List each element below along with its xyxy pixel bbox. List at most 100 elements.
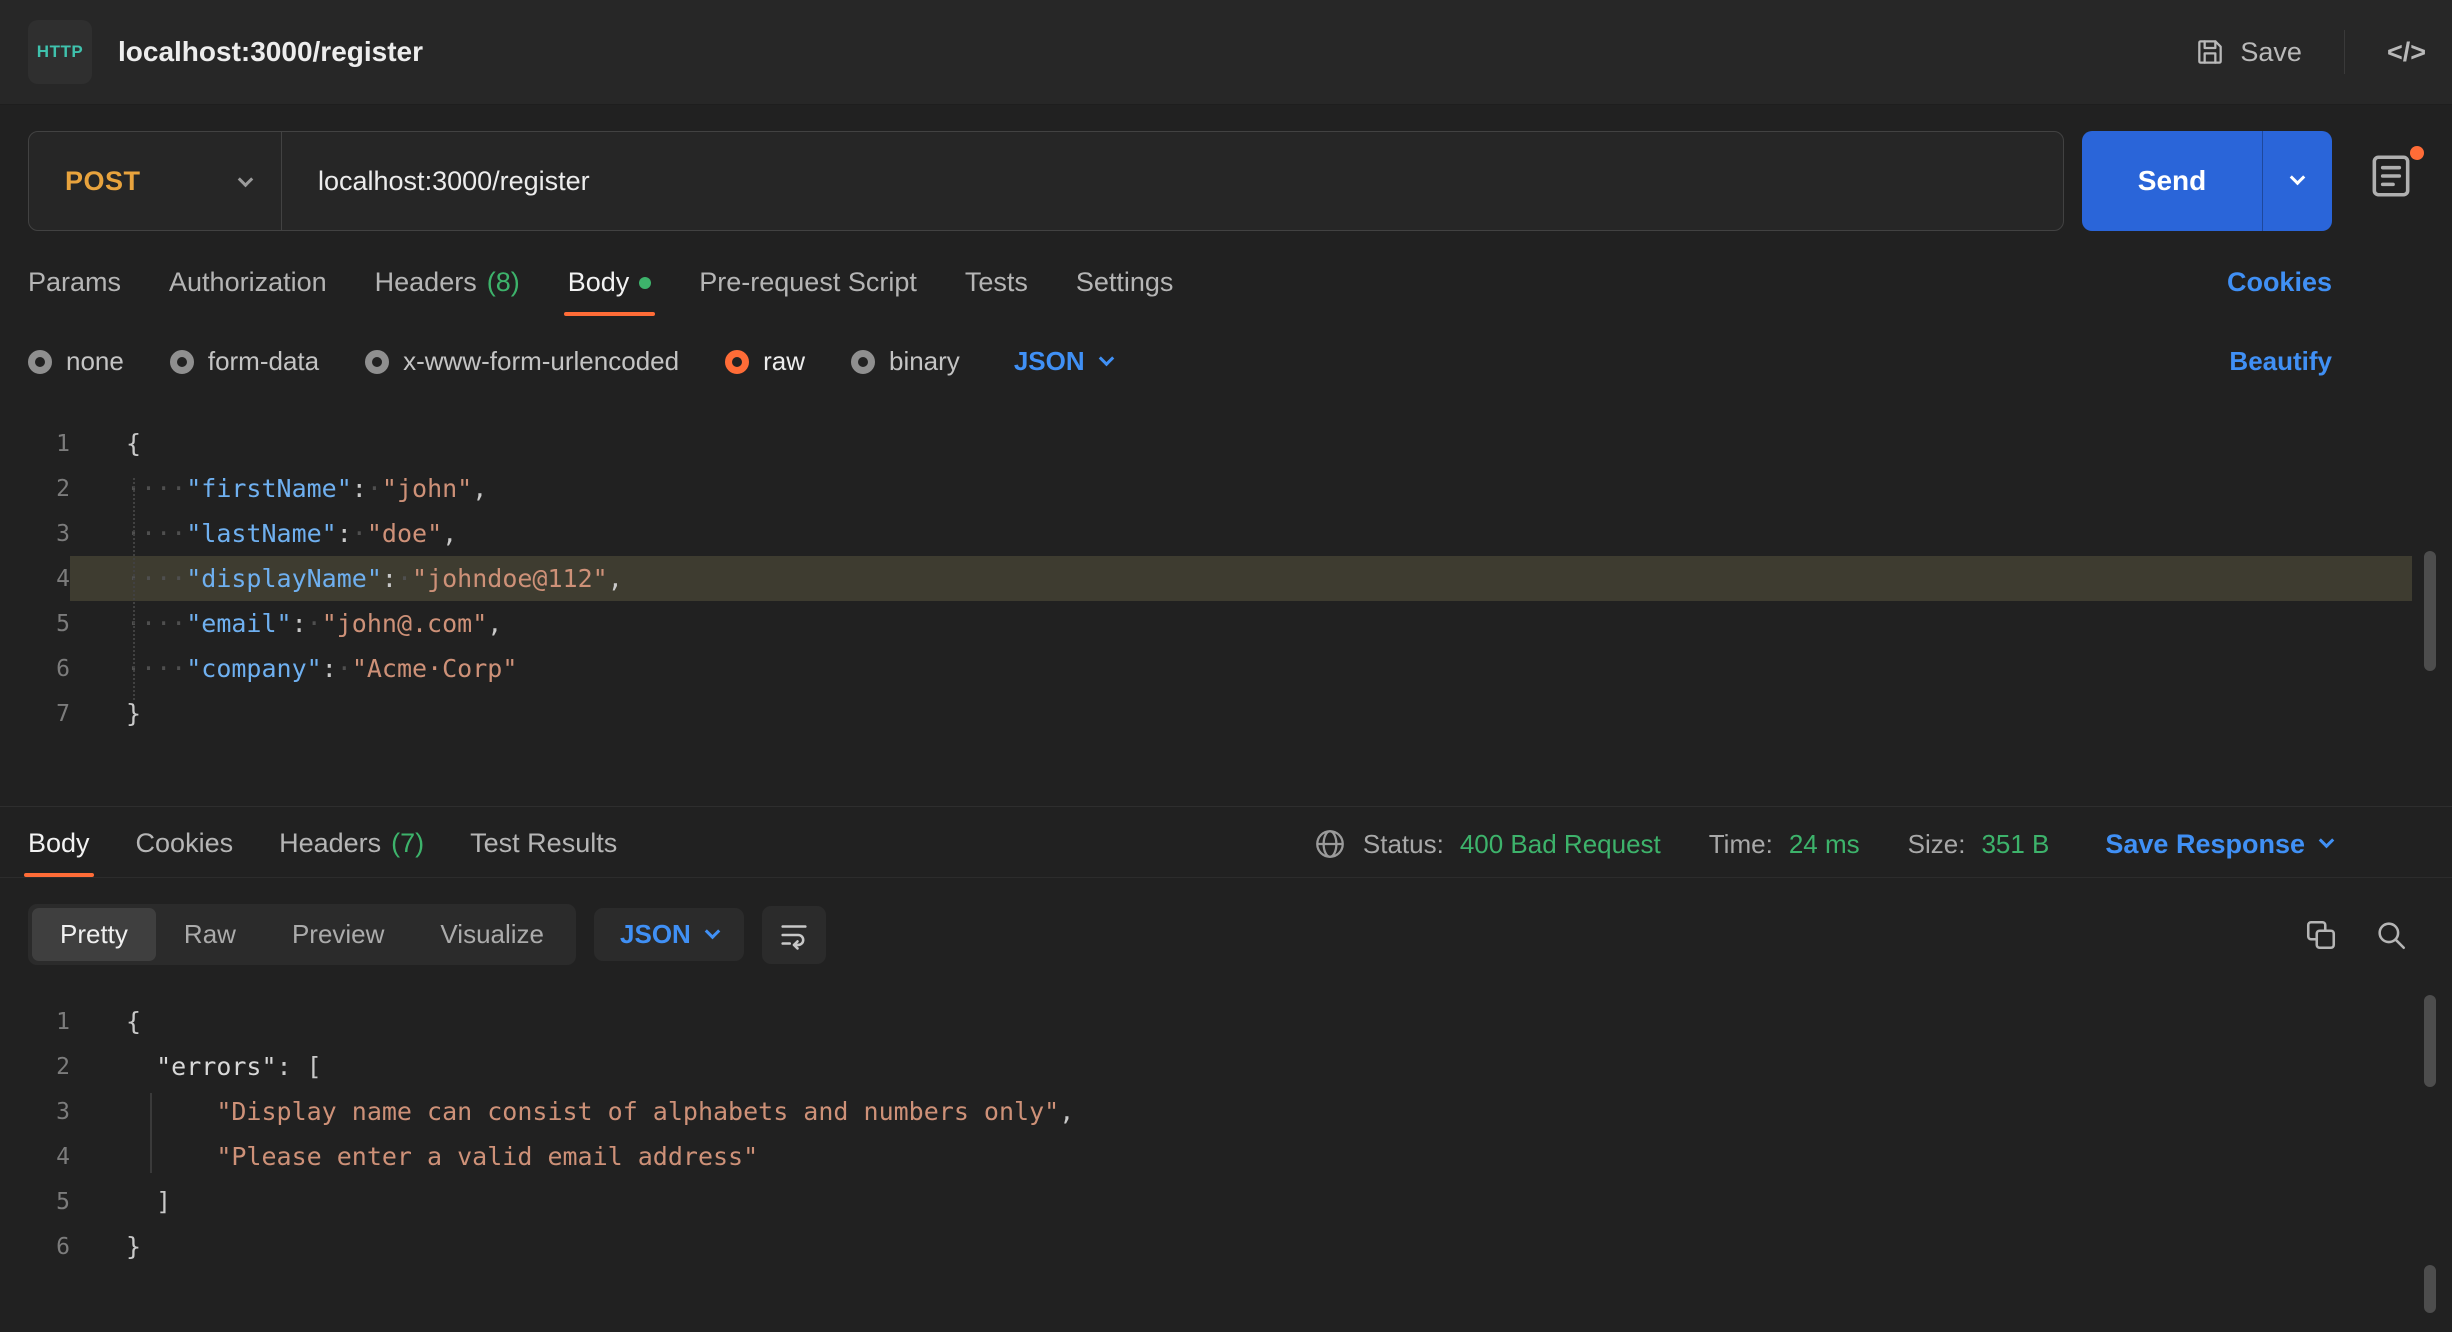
header-actions: Save </> xyxy=(2194,30,2426,74)
language-label: JSON xyxy=(620,919,691,950)
language-label: JSON xyxy=(1014,346,1085,377)
save-button[interactable]: Save xyxy=(2194,36,2302,68)
code-token: ···· xyxy=(126,654,186,683)
line-number: 2 xyxy=(0,476,70,502)
code-token: "john" xyxy=(382,474,472,503)
documentation-icon[interactable] xyxy=(2366,150,2418,202)
tab-label: Cookies xyxy=(136,828,234,859)
code-token: [ xyxy=(307,1052,322,1081)
code-token: : xyxy=(337,519,352,548)
tab-pre-request-script[interactable]: Pre-request Script xyxy=(699,267,917,316)
view-visualize[interactable]: Visualize xyxy=(412,908,572,961)
tab-label: Params xyxy=(28,267,121,298)
code-token: , xyxy=(487,609,502,638)
line-number: 3 xyxy=(0,521,70,547)
code-text: ····"firstName":·"john", xyxy=(70,466,2412,511)
scrollbar-thumb[interactable] xyxy=(2424,995,2436,1087)
code-token: "lastName" xyxy=(186,519,337,548)
code-token: "Display name can consist of alphabets a… xyxy=(216,1097,1059,1126)
http-method-badge: HTTP xyxy=(28,20,92,84)
request-body-editor[interactable]: 1{2····"firstName":·"john",3····"lastNam… xyxy=(0,409,2452,764)
code-token: : xyxy=(352,474,367,503)
response-tab-body[interactable]: Body xyxy=(28,828,90,877)
code-text: } xyxy=(70,1224,2412,1269)
view-raw[interactable]: Raw xyxy=(156,908,264,961)
code-token: "firstName" xyxy=(186,474,352,503)
response-language-dropdown[interactable]: JSON xyxy=(594,908,744,961)
beautify-link[interactable]: Beautify xyxy=(2229,346,2332,377)
notification-dot xyxy=(2410,146,2424,160)
method-label: POST xyxy=(65,166,141,197)
code-text: { xyxy=(70,999,2412,1044)
bodytype-raw[interactable]: raw xyxy=(725,346,805,377)
tab-tests[interactable]: Tests xyxy=(965,267,1028,316)
bodytype-binary[interactable]: binary xyxy=(851,346,960,377)
line-number: 4 xyxy=(0,566,70,592)
tab-authorization[interactable]: Authorization xyxy=(169,267,327,316)
code-token: · xyxy=(367,474,382,503)
response-tab-cookies[interactable]: Cookies xyxy=(136,828,234,877)
code-text: "Please enter a valid email address" xyxy=(70,1134,2412,1179)
method-dropdown[interactable]: POST xyxy=(29,166,281,197)
code-token: : xyxy=(322,654,337,683)
scrollbar-thumb[interactable] xyxy=(2424,551,2436,671)
send-button[interactable]: Send xyxy=(2082,131,2332,231)
response-section: Body Cookies Headers(7) Test Results Sta… xyxy=(0,806,2452,1327)
response-body-editor[interactable]: 1{2 "errors": [3 "Display name can consi… xyxy=(0,987,2452,1327)
save-button-label: Save xyxy=(2240,37,2302,68)
bodytype-none[interactable]: none xyxy=(28,346,124,377)
header-divider xyxy=(2344,30,2345,74)
code-token: , xyxy=(1059,1097,1074,1126)
code-line: 2 "errors": [ xyxy=(0,1044,2452,1089)
line-number: 6 xyxy=(0,656,70,682)
code-snippet-icon[interactable]: </> xyxy=(2387,37,2426,68)
tab-headers[interactable]: Headers(8) xyxy=(375,267,520,316)
response-header: Body Cookies Headers(7) Test Results Sta… xyxy=(0,807,2452,878)
status-value: 400 Bad Request xyxy=(1460,829,1661,860)
url-input[interactable]: localhost:3000/register xyxy=(282,166,2063,197)
view-preview[interactable]: Preview xyxy=(264,908,412,961)
cookies-link[interactable]: Cookies xyxy=(2227,267,2332,316)
code-token: "company" xyxy=(186,654,321,683)
response-tab-test-results[interactable]: Test Results xyxy=(470,828,617,877)
app-root: HTTP localhost:3000/register Save </> xyxy=(0,0,2452,1332)
code-token xyxy=(126,1187,156,1216)
code-token: · xyxy=(337,654,352,683)
search-icon[interactable] xyxy=(2374,918,2408,952)
save-response-label: Save Response xyxy=(2105,829,2305,860)
request-tabs: Params Authorization Headers(8) Body Pre… xyxy=(28,267,2332,316)
code-token: } xyxy=(126,699,141,728)
copy-icon[interactable] xyxy=(2304,918,2338,952)
line-number: 2 xyxy=(0,1054,70,1080)
code-token: : xyxy=(277,1052,292,1081)
line-number: 7 xyxy=(0,701,70,727)
tab-body[interactable]: Body xyxy=(568,267,652,316)
bodytype-x-www-form-urlencoded[interactable]: x-www-form-urlencoded xyxy=(365,346,679,377)
save-response-dropdown[interactable]: Save Response xyxy=(2105,829,2332,860)
request-title: localhost:3000/register xyxy=(118,36,423,68)
view-pretty[interactable]: Pretty xyxy=(32,908,156,961)
tab-settings[interactable]: Settings xyxy=(1076,267,1174,316)
code-line: 6 ····"company":·"Acme·Corp" xyxy=(0,646,2452,691)
response-toolbar: Pretty Raw Preview Visualize JSON xyxy=(28,904,2408,965)
code-token: { xyxy=(126,429,141,458)
radio-label: raw xyxy=(763,346,805,377)
radio-selected-icon xyxy=(725,350,749,374)
wrap-lines-button[interactable] xyxy=(762,906,826,964)
tab-params[interactable]: Params xyxy=(28,267,121,316)
send-options-dropdown[interactable] xyxy=(2262,131,2332,231)
radio-label: none xyxy=(66,346,124,377)
code-text: "errors": [ xyxy=(70,1044,2412,1089)
tab-label: Pre-request Script xyxy=(699,267,917,298)
globe-icon xyxy=(1313,827,1347,861)
code-token: "displayName" xyxy=(186,564,382,593)
send-button-label: Send xyxy=(2082,131,2262,231)
radio-icon xyxy=(851,350,875,374)
response-tab-headers[interactable]: Headers(7) xyxy=(279,828,424,877)
radio-icon xyxy=(365,350,389,374)
code-token: "errors" xyxy=(156,1052,276,1081)
code-token: "Acme·Corp" xyxy=(352,654,518,683)
request-language-dropdown[interactable]: JSON xyxy=(1014,346,1112,377)
bodytype-form-data[interactable]: form-data xyxy=(170,346,319,377)
scrollbar-thumb[interactable] xyxy=(2424,1265,2436,1313)
